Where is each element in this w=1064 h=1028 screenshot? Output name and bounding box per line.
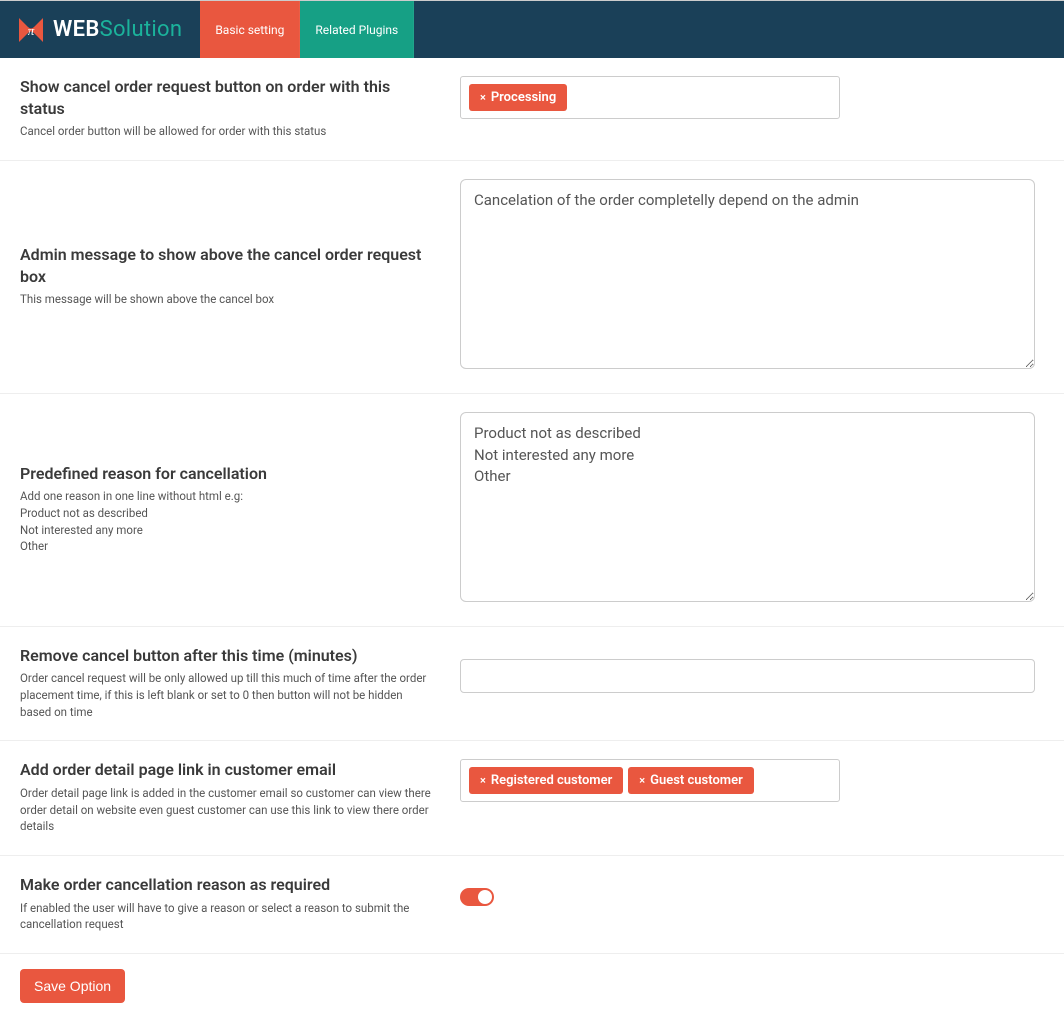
- remove-time-input[interactable]: [460, 659, 1035, 693]
- required-toggle[interactable]: [460, 888, 494, 906]
- tab-basic-setting[interactable]: Basic setting: [200, 1, 300, 58]
- tag-processing[interactable]: × Processing: [469, 84, 567, 111]
- save-button[interactable]: Save Option: [20, 969, 125, 1003]
- email-link-tag-input[interactable]: × Registered customer × Guest customer: [460, 759, 840, 802]
- reasons-textarea[interactable]: [460, 412, 1035, 602]
- status-tag-input[interactable]: × Processing: [460, 76, 840, 119]
- remove-time-title: Remove cancel button after this time (mi…: [20, 645, 435, 667]
- section-predefined-reasons: Predefined reason for cancellation Add o…: [0, 394, 1064, 627]
- email-link-title: Add order detail page link in customer e…: [20, 759, 435, 781]
- status-desc: Cancel order button will be allowed for …: [20, 123, 435, 140]
- logo: π WEBSolution: [0, 1, 200, 58]
- section-email-link: Add order detail page link in customer e…: [0, 741, 1064, 856]
- logo-icon: π: [15, 14, 47, 46]
- section-remove-time: Remove cancel button after this time (mi…: [0, 627, 1064, 742]
- email-link-desc: Order detail page link is added in the c…: [20, 785, 435, 835]
- top-bar: π WEBSolution Basic setting Related Plug…: [0, 0, 1064, 58]
- reasons-desc: Add one reason in one line without html …: [20, 488, 435, 555]
- status-title: Show cancel order request button on orde…: [20, 76, 435, 119]
- section-required: Make order cancellation reason as requir…: [0, 856, 1064, 954]
- content: Show cancel order request button on orde…: [0, 58, 1064, 1028]
- tag-registered-customer[interactable]: × Registered customer: [469, 767, 623, 794]
- required-title: Make order cancellation reason as requir…: [20, 874, 435, 896]
- logo-text: WEBSolution: [53, 17, 182, 42]
- close-icon[interactable]: ×: [480, 774, 486, 787]
- close-icon[interactable]: ×: [480, 91, 486, 104]
- admin-msg-desc: This message will be shown above the can…: [20, 291, 435, 308]
- tag-guest-customer[interactable]: × Guest customer: [628, 767, 754, 794]
- section-show-status: Show cancel order request button on orde…: [0, 58, 1064, 161]
- reasons-title: Predefined reason for cancellation: [20, 463, 435, 485]
- toggle-knob: [478, 890, 492, 904]
- close-icon[interactable]: ×: [639, 774, 645, 787]
- tab-related-plugins[interactable]: Related Plugins: [300, 1, 414, 58]
- svg-text:π: π: [28, 23, 35, 38]
- remove-time-desc: Order cancel request will be only allowe…: [20, 670, 435, 720]
- admin-message-textarea[interactable]: [460, 179, 1035, 369]
- save-row: Save Option: [0, 954, 1064, 1028]
- section-admin-message: Admin message to show above the cancel o…: [0, 161, 1064, 394]
- required-desc: If enabled the user will have to give a …: [20, 900, 435, 933]
- admin-msg-title: Admin message to show above the cancel o…: [20, 244, 435, 287]
